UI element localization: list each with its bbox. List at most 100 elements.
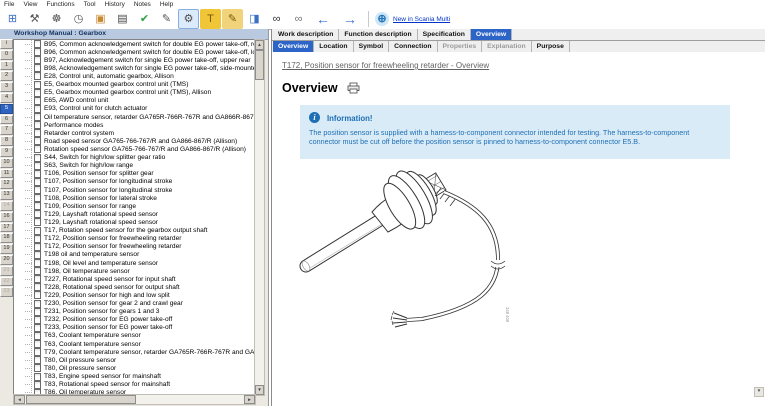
tree-item[interactable]: S63, Switch for high/low range	[14, 162, 255, 170]
scroll-up-button[interactable]: ▲	[255, 40, 264, 50]
tree-item[interactable]: T106, Position sensor for splitter gear	[14, 170, 255, 178]
tree-item[interactable]: B95, Common acknowledgement switch for d…	[14, 40, 255, 48]
menu-notes[interactable]: Notes	[134, 1, 151, 8]
book-icon[interactable]: ▤	[112, 9, 133, 29]
tree-item[interactable]: T198 oil and temperature sensor	[14, 251, 255, 259]
tree-vertical-scrollbar[interactable]: ▲ ▼	[254, 39, 265, 396]
chapter-button-19[interactable]: 19	[0, 244, 13, 254]
menu-history[interactable]: History	[105, 1, 125, 8]
chapter-button-11[interactable]: 11	[0, 169, 13, 179]
tree-item[interactable]: Road speed sensor GA765-766-767/R and GA…	[14, 137, 255, 145]
subtab-symbol[interactable]: Symbol	[354, 41, 390, 52]
content-scroll-down-button[interactable]: ▼	[754, 387, 764, 397]
tree-item[interactable]: T80, Oil pressure sensor	[14, 364, 255, 372]
tree-item[interactable]: Rotation speed sensor GA765-766-767/R an…	[14, 145, 255, 153]
tree-item[interactable]: T107, Position sensor for longitudinal s…	[14, 186, 255, 194]
tree-item[interactable]: T63, Coolant temperature sensor	[14, 332, 255, 340]
tree-item[interactable]: Performance modes	[14, 121, 255, 129]
chapter-button-18[interactable]: 18	[0, 233, 13, 243]
document-title-link[interactable]: T172, Position sensor for freewheeling r…	[282, 61, 489, 70]
chapter-button-5[interactable]: 5	[0, 104, 13, 114]
scroll-thumb[interactable]	[255, 50, 264, 80]
tab-function-description[interactable]: Function description	[339, 29, 417, 40]
service-person-icon[interactable]: ☸	[46, 9, 67, 29]
tree-item[interactable]: Oil temperature sensor, retarder GA765R-…	[14, 113, 255, 121]
tree-item[interactable]: T231, Position sensor for gears 1 and 3	[14, 308, 255, 316]
tree-item[interactable]: T232, Position sensor for EG power take-…	[14, 316, 255, 324]
subtab-purpose[interactable]: Purpose	[532, 41, 570, 52]
chapter-button-13[interactable]: 13	[0, 190, 13, 200]
menu-help[interactable]: Help	[160, 1, 173, 8]
tab-overview[interactable]: Overview	[471, 29, 512, 40]
forward-icon[interactable]: →	[337, 9, 363, 29]
tree-item[interactable]: E93, Control unit for clutch actuator	[14, 105, 255, 113]
tree-item[interactable]: Retarder control system	[14, 129, 255, 137]
scroll-down-button[interactable]: ▼	[255, 385, 264, 395]
menu-file[interactable]: File	[4, 1, 14, 8]
tree-item[interactable]: T79, Coolant temperature sensor, retarde…	[14, 348, 255, 356]
tree-item[interactable]: B97, Acknowledgement switch for single E…	[14, 56, 255, 64]
scroll-thumb[interactable]	[26, 395, 136, 404]
tree-item[interactable]: T108, Position sensor for lateral stroke	[14, 194, 255, 202]
contents-tree-icon[interactable]: ⊞	[2, 9, 23, 29]
tree-item[interactable]: T227, Rotational speed sensor for input …	[14, 275, 255, 283]
menu-tool[interactable]: Tool	[84, 1, 96, 8]
tree-item[interactable]: T80, Oil pressure sensor	[14, 356, 255, 364]
scroll-right-button[interactable]: ►	[244, 395, 255, 404]
tree-item[interactable]: T198, Oil level and temperature sensor	[14, 259, 255, 267]
search-binoculars-icon[interactable]: ∞	[266, 9, 287, 29]
subtab-overview[interactable]: Overview	[273, 41, 314, 52]
tree-item[interactable]: T129, Layshaft rotational speed sensor	[14, 210, 255, 218]
chapter-button-1[interactable]: 1	[0, 61, 13, 71]
tree-item[interactable]: T109, Position sensor for range	[14, 202, 255, 210]
print-icon[interactable]	[347, 82, 360, 94]
fluid-level-icon[interactable]: ◨	[244, 9, 265, 29]
chapter-button-i[interactable]: i	[0, 39, 13, 49]
clock-icon[interactable]: ◷	[68, 9, 89, 29]
tree-item[interactable]: B98, Acknowledgement switch for single E…	[14, 64, 255, 72]
tree-item[interactable]: T129, Layshaft rotational speed sensor	[14, 218, 255, 226]
tab-specification[interactable]: Specification	[418, 29, 471, 40]
package-icon[interactable]: ▣	[90, 9, 111, 29]
scroll-left-button[interactable]: ◄	[14, 395, 25, 404]
document-edit-icon[interactable]: ✎	[222, 9, 243, 29]
chapter-button-6[interactable]: 6	[0, 115, 13, 125]
scroll-track[interactable]	[137, 395, 245, 404]
mechanic-icon[interactable]: ⚒	[24, 9, 45, 29]
tree-horizontal-scrollbar[interactable]: ◄ ►	[13, 394, 256, 405]
tree-item[interactable]: E5, Gearbox mounted gearbox control unit…	[14, 89, 255, 97]
tree-item[interactable]: T107, Position sensor for longitudinal s…	[14, 178, 255, 186]
menu-view[interactable]: View	[23, 1, 37, 8]
tree-item[interactable]: T228, Rotational speed sensor for output…	[14, 283, 255, 291]
chapter-button-4[interactable]: 4	[0, 93, 13, 103]
wrench-icon[interactable]: ⚙	[178, 9, 199, 29]
tree-item[interactable]: E5, Gearbox mounted gearbox control unit…	[14, 81, 255, 89]
tree-item[interactable]: T17, Rotation speed sensor for the gearb…	[14, 227, 255, 235]
chapter-button-8[interactable]: 8	[0, 136, 13, 146]
subtab-location[interactable]: Location	[314, 41, 353, 52]
tree-item[interactable]: T198, Oil temperature sensor	[14, 267, 255, 275]
tree-item[interactable]: T233, Position sensor for EG power take-…	[14, 324, 255, 332]
chapter-button-10[interactable]: 10	[0, 158, 13, 168]
chapter-button-9[interactable]: 9	[0, 147, 13, 157]
tree-item[interactable]: S44, Switch for high/low splitter gear r…	[14, 154, 255, 162]
chapter-button-16[interactable]: 16	[0, 212, 13, 222]
new-in-scania-multi-link[interactable]: New in Scania Multi	[393, 16, 450, 23]
tree-item[interactable]: T172, Position sensor for freewheeling r…	[14, 243, 255, 251]
tree-item[interactable]: B96, Common acknowledgement switch for d…	[14, 48, 255, 56]
menu-functions[interactable]: Functions	[46, 1, 74, 8]
book-approved-icon[interactable]: ✔	[134, 9, 155, 29]
tree-item[interactable]: T83, Engine speed sensor for mainshaft	[14, 372, 255, 380]
chapter-button-20[interactable]: 20	[0, 255, 13, 265]
chapter-button-0[interactable]: 0	[0, 50, 13, 60]
tree-item[interactable]: T230, Position sensor for gear 2 and cra…	[14, 300, 255, 308]
chapter-button-2[interactable]: 2	[0, 71, 13, 81]
tree-item[interactable]: T83, Rotational speed sensor for mainsha…	[14, 381, 255, 389]
edit-page-icon[interactable]: ✎	[156, 9, 177, 29]
text-document-icon[interactable]: T	[200, 9, 221, 29]
subtab-connection[interactable]: Connection	[389, 41, 437, 52]
chapter-button-7[interactable]: 7	[0, 125, 13, 135]
tree-item[interactable]: E65, AWD control unit	[14, 97, 255, 105]
tree-item[interactable]: T229, Position sensor for high and low s…	[14, 291, 255, 299]
tab-work-description[interactable]: Work description	[273, 29, 339, 40]
